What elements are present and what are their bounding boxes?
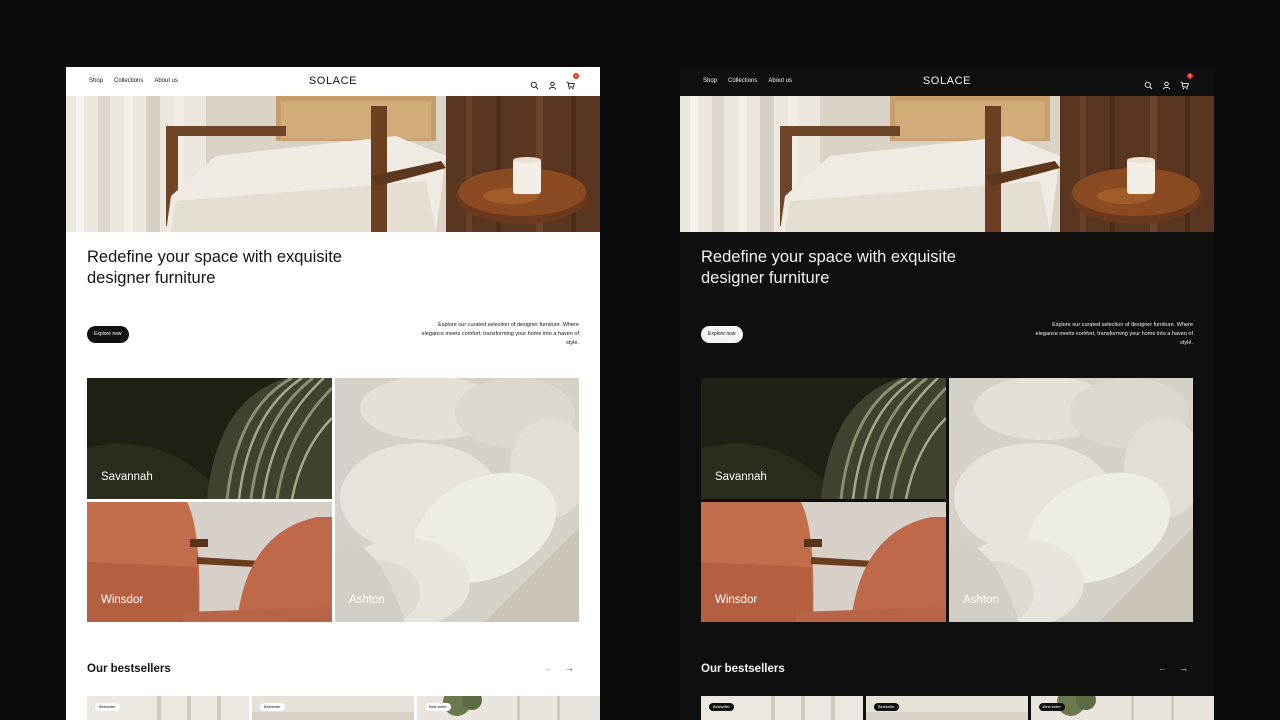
cart-count-badge: 0 xyxy=(1187,73,1193,79)
collection-label: Winsdor xyxy=(101,594,144,606)
bestseller-badge: Bestseller xyxy=(874,703,899,711)
search-icon[interactable] xyxy=(530,77,539,90)
collection-label: Savannah xyxy=(715,471,767,483)
bestsellers-title: Our bestsellers xyxy=(701,663,785,675)
collection-label: Ashton xyxy=(963,594,999,606)
hero-headline: Redefine your space with exquisite desig… xyxy=(87,248,342,287)
hero-image xyxy=(680,96,1214,232)
collections-grid: Savannah Winsdor Ashton xyxy=(701,378,1193,622)
hero-image xyxy=(66,96,600,232)
bestseller-badge: Bestseller xyxy=(709,703,734,711)
arrow-left-icon[interactable]: ← xyxy=(544,663,553,673)
top-navigation: Shop Collections About us SOLACE 0 xyxy=(66,67,600,96)
collection-tile-winsdor[interactable]: Winsdor xyxy=(87,502,332,622)
collection-label: Ashton xyxy=(349,594,385,606)
collection-tile-savannah[interactable]: Savannah xyxy=(87,378,332,499)
collection-label: Winsdor xyxy=(715,594,758,606)
user-icon[interactable] xyxy=(1162,77,1171,90)
bestseller-badge: Bestseller xyxy=(95,703,120,711)
nav-icons: 0 xyxy=(1144,73,1193,90)
collection-tile-ashton[interactable]: Ashton xyxy=(335,378,579,622)
explore-now-button[interactable]: Explore now xyxy=(701,326,743,343)
hero-headline: Redefine your space with exquisite desig… xyxy=(701,248,956,287)
hero-intro-text: Explore our curated selection of designe… xyxy=(1035,322,1193,346)
collection-tile-winsdor[interactable]: Winsdor xyxy=(701,502,946,622)
brand-logo[interactable]: SOLACE xyxy=(680,75,1214,87)
bestseller-carousel: Bestseller Bestseller Best seller xyxy=(87,696,600,720)
product-card[interactable]: Bestseller xyxy=(252,696,414,720)
collection-label: Savannah xyxy=(101,471,153,483)
cart-count-badge: 0 xyxy=(573,73,579,79)
cart-icon[interactable]: 0 xyxy=(1180,73,1193,90)
collection-tile-ashton[interactable]: Ashton xyxy=(949,378,1193,622)
brand-logo[interactable]: SOLACE xyxy=(66,75,600,87)
arrow-left-icon[interactable]: ← xyxy=(1158,663,1167,673)
bestsellers-title: Our bestsellers xyxy=(87,663,171,675)
explore-now-button[interactable]: Explore now xyxy=(87,326,129,343)
hero-intro-text: Explore our curated selection of designe… xyxy=(421,322,579,346)
light-theme-page: Shop Collections About us SOLACE 0 Redef… xyxy=(66,67,600,720)
product-card[interactable]: Best seller xyxy=(417,696,600,720)
product-card[interactable]: Bestseller xyxy=(87,696,249,720)
bestseller-carousel: Bestseller Bestseller Best seller xyxy=(701,696,1214,720)
nav-icons: 0 xyxy=(530,73,579,90)
arrow-right-icon[interactable]: → xyxy=(1179,663,1188,673)
arrow-right-icon[interactable]: → xyxy=(565,663,574,673)
bestseller-badge: Best seller xyxy=(425,703,451,711)
product-card[interactable]: Bestseller xyxy=(701,696,863,720)
top-navigation: Shop Collections About us SOLACE 0 xyxy=(680,67,1214,96)
collection-tile-savannah[interactable]: Savannah xyxy=(701,378,946,499)
bestseller-badge: Bestseller xyxy=(260,703,285,711)
bestseller-badge: Best seller xyxy=(1039,703,1065,711)
cart-icon[interactable]: 0 xyxy=(566,73,579,90)
user-icon[interactable] xyxy=(548,77,557,90)
collections-grid: Savannah Winsdor Ashton xyxy=(87,378,579,622)
product-card[interactable]: Best seller xyxy=(1031,696,1214,720)
product-card[interactable]: Bestseller xyxy=(866,696,1028,720)
search-icon[interactable] xyxy=(1144,77,1153,90)
dark-theme-page: Shop Collections About us SOLACE 0 Redef… xyxy=(680,67,1214,720)
